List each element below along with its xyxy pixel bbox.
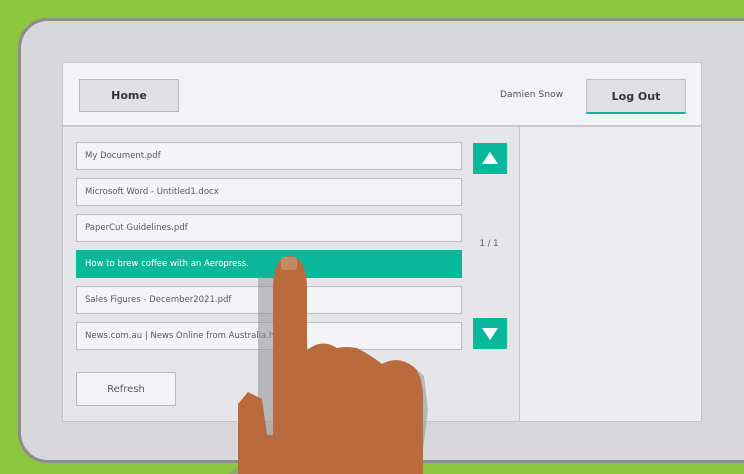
down-arrow-icon [482, 328, 498, 340]
home-button[interactable]: Home [79, 79, 179, 112]
scroll-up-button[interactable] [473, 143, 507, 174]
up-arrow-icon [482, 152, 498, 164]
file-item[interactable]: PaperCut Guidelines.pdf [76, 214, 462, 242]
file-item[interactable]: News.com.au | News Online from Australia… [76, 322, 462, 350]
scroll-down-button[interactable] [473, 318, 507, 349]
print-release-screen: Home Damien Snow Log Out My Document.pdf… [62, 62, 702, 422]
document-list-panel: My Document.pdf Microsoft Word - Untitle… [63, 127, 701, 421]
file-item-selected[interactable]: How to brew coffee with an Aeropress. [76, 250, 462, 278]
page-indicator: 1 / 1 [479, 239, 499, 249]
file-item[interactable]: Sales Figures - December2021.pdf [76, 286, 462, 314]
refresh-button[interactable]: Refresh [76, 372, 176, 406]
header-bar: Home Damien Snow Log Out [63, 63, 701, 127]
file-item[interactable]: Microsoft Word - Untitled1.docx [76, 178, 462, 206]
preview-panel [519, 127, 701, 421]
file-item[interactable]: My Document.pdf [76, 142, 462, 170]
touchscreen-scene: Home Damien Snow Log Out My Document.pdf… [0, 0, 744, 474]
user-name: Damien Snow [500, 90, 564, 100]
log-out-button[interactable]: Log Out [586, 79, 686, 114]
